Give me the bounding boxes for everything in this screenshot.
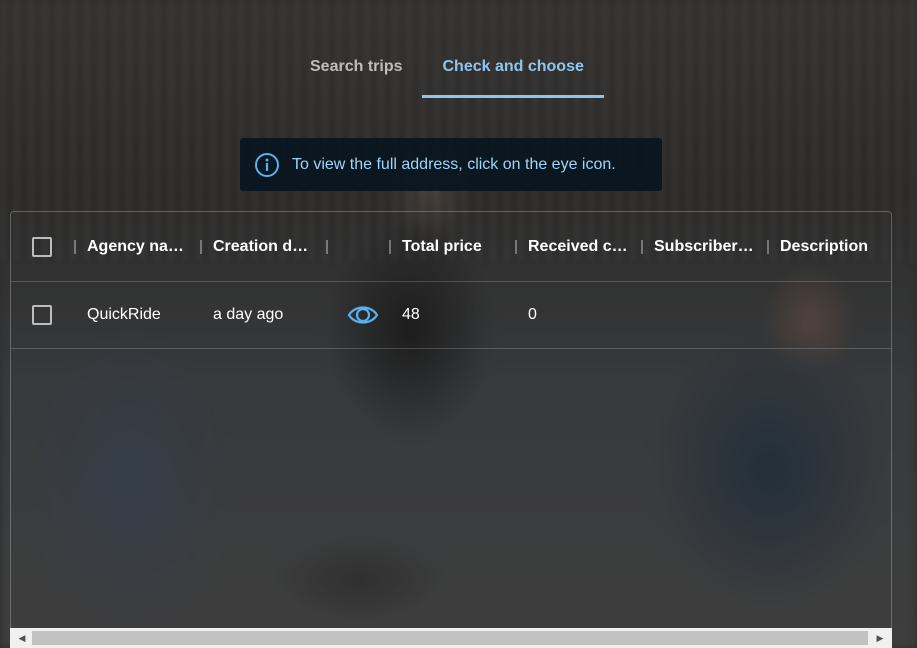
cell-subscribers bbox=[654, 282, 764, 348]
cell-agency-name: QuickRide bbox=[87, 306, 161, 323]
row-select-checkbox[interactable] bbox=[32, 305, 52, 325]
horizontal-scrollbar[interactable]: ◀ ▶ bbox=[10, 628, 892, 648]
row-select-cell bbox=[32, 282, 52, 348]
trips-table: Agency na… Creation d… Total price Recei… bbox=[10, 211, 892, 648]
column-separator[interactable] bbox=[767, 240, 769, 254]
info-banner-text: To view the full address, click on the e… bbox=[292, 155, 616, 173]
column-separator[interactable] bbox=[515, 240, 517, 254]
scroll-right-arrow-icon[interactable]: ▶ bbox=[870, 628, 890, 648]
info-icon bbox=[255, 152, 279, 177]
column-header-agency-name[interactable]: Agency na… bbox=[87, 212, 189, 281]
info-banner: To view the full address, click on the e… bbox=[240, 138, 662, 191]
select-all-cell bbox=[32, 212, 52, 281]
column-header-description[interactable]: Description bbox=[780, 212, 888, 281]
column-separator[interactable] bbox=[641, 240, 643, 254]
column-separator[interactable] bbox=[200, 240, 202, 254]
scrollbar-thumb[interactable] bbox=[32, 631, 868, 645]
table-header-row: Agency na… Creation d… Total price Recei… bbox=[11, 212, 891, 282]
column-header-subscribers[interactable]: Subscriber… bbox=[654, 212, 756, 281]
column-header-address[interactable] bbox=[339, 212, 389, 281]
column-separator[interactable] bbox=[326, 240, 328, 254]
column-header-creation-date[interactable]: Creation d… bbox=[213, 212, 315, 281]
column-header-received[interactable]: Received c… bbox=[528, 212, 630, 281]
table-row[interactable]: QuickRide a day ago 48 0 bbox=[11, 282, 891, 349]
tab-check-and-choose[interactable]: Check and choose bbox=[422, 44, 604, 98]
cell-received: 0 bbox=[528, 306, 537, 323]
tab-search-trips[interactable]: Search trips bbox=[290, 44, 422, 98]
cell-description bbox=[780, 282, 888, 348]
cell-creation-date: a day ago bbox=[213, 306, 284, 323]
column-separator[interactable] bbox=[74, 240, 76, 254]
column-header-total-price[interactable]: Total price bbox=[402, 212, 512, 281]
cell-total-price: 48 bbox=[402, 306, 420, 323]
scroll-left-arrow-icon[interactable]: ◀ bbox=[12, 628, 32, 648]
cell-address bbox=[347, 282, 387, 348]
eye-icon[interactable] bbox=[347, 299, 379, 331]
select-all-checkbox[interactable] bbox=[32, 236, 52, 257]
tab-bar: Search trips Check and choose bbox=[290, 44, 604, 98]
column-separator[interactable] bbox=[389, 240, 391, 254]
